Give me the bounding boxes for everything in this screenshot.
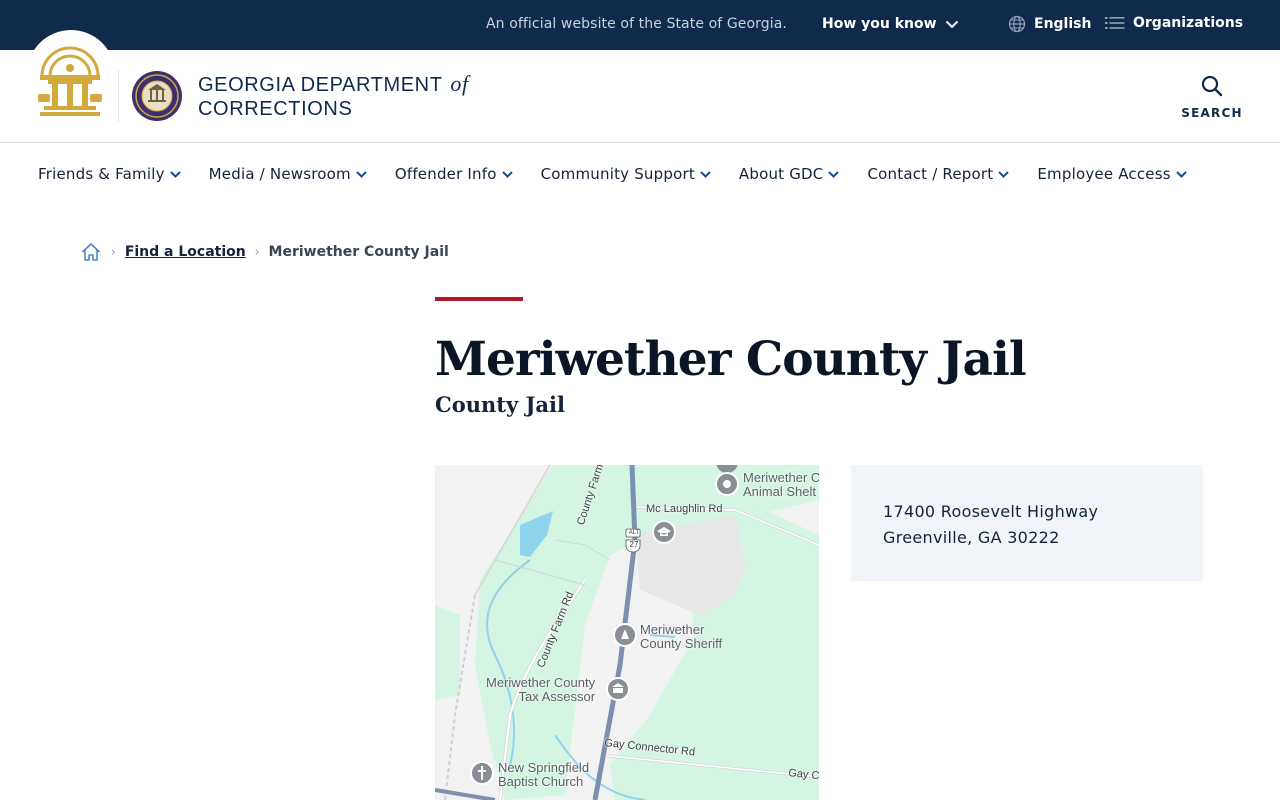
address-line2: Greenville, GA 30222	[883, 528, 1060, 547]
breadcrumb-separator: ›	[111, 245, 116, 259]
gdc-seal-logo[interactable]	[131, 70, 183, 122]
nav-item-label: About GDC	[738, 165, 824, 183]
site-title-line1: GEORGIA DEPARTMENT	[198, 74, 443, 96]
nav-item-label: Offender Info	[394, 165, 497, 183]
map-label-text: Meriwether County Sheriff	[640, 622, 723, 651]
search-icon	[1201, 75, 1223, 97]
site-header: GEORGIA DEPARTMENT of CORRECTIONS SEARCH	[0, 30, 1280, 143]
chevron-down-icon	[945, 20, 958, 28]
breadcrumb-current: Meriwether County Jail	[268, 244, 449, 260]
map-label-tax-assessor[interactable]: Meriwether County Tax Assessor	[486, 676, 595, 704]
chevron-down-icon	[356, 170, 367, 178]
search-button[interactable]: SEARCH	[1178, 74, 1246, 120]
organizations-label: Organizations	[1133, 15, 1244, 31]
official-banner: An official website of the State of Geor…	[0, 0, 1280, 50]
map-label-text: Meriwether County Tax Assessor	[486, 675, 596, 704]
chevron-down-icon	[501, 170, 513, 178]
chevron-down-icon	[700, 170, 711, 178]
page-title: Meriwether County Jail	[435, 332, 1027, 387]
map-label-text: Meriwether C Animal Shelt	[743, 470, 819, 499]
address-line1: 17400 Roosevelt Highway	[883, 502, 1099, 521]
language-label: English	[1034, 16, 1092, 32]
map-label-animal-shelter[interactable]: Meriwether C Animal Shelt	[743, 471, 819, 499]
nav-item-media-newsroom[interactable]: Media / Newsroom	[209, 165, 367, 183]
location-map[interactable]: Meriwether C Animal Shelt Meriwether Cou…	[435, 465, 819, 800]
how-you-know-label: How you know	[822, 16, 937, 32]
nav-item-friends-family[interactable]: Friends & Family	[38, 165, 181, 183]
address-card: 17400 Roosevelt Highway Greenville, GA 3…	[851, 465, 1203, 581]
nav-item-label: Community Support	[540, 165, 695, 183]
home-icon[interactable]	[80, 241, 102, 263]
map-label-church[interactable]: New Springfield Baptist Church	[498, 761, 589, 789]
nav-item-offender-info[interactable]: Offender Info	[395, 165, 513, 183]
nav-item-label: Friends & Family	[38, 165, 165, 183]
breadcrumb: › Find a Location › Meriwether County Ja…	[80, 241, 449, 263]
search-label: SEARCH	[1181, 106, 1243, 120]
site-title-line2: CORRECTIONS	[198, 98, 353, 120]
map-label-text: New Springfield Baptist Church	[498, 760, 590, 789]
title-accent-bar	[435, 297, 523, 301]
official-site-text: An official website of the State of Geor…	[486, 16, 787, 32]
nav-item-contact-report[interactable]: Contact / Report	[867, 165, 1010, 183]
language-selector[interactable]: English	[1008, 15, 1091, 33]
georgia-state-seal-logo[interactable]	[36, 42, 104, 118]
nav-item-label: Media / Newsroom	[208, 165, 351, 183]
list-icon	[1105, 17, 1125, 29]
nav-item-employee-access[interactable]: Employee Access	[1037, 165, 1187, 183]
logo-divider	[118, 70, 119, 122]
main-navigation: Friends & Family Media / Newsroom Offend…	[0, 143, 1280, 205]
page-subtitle: County Jail	[435, 392, 565, 417]
nav-item-label: Contact / Report	[867, 165, 994, 183]
road-label-mclaughlin: Mc Laughlin Rd	[646, 503, 723, 515]
pin-animal-shelter	[715, 465, 739, 496]
chevron-down-icon	[169, 170, 181, 178]
how-you-know-button[interactable]: How you know	[822, 16, 959, 32]
globe-icon	[1008, 15, 1026, 33]
nav-item-label: Employee Access	[1037, 165, 1171, 183]
breadcrumb-separator: ›	[254, 245, 260, 259]
nav-item-community-support[interactable]: Community Support	[541, 165, 711, 183]
chevron-down-icon	[1176, 170, 1187, 178]
chevron-down-icon	[998, 170, 1010, 178]
route-shield-27: 27	[629, 540, 639, 549]
map-label-sheriff[interactable]: Meriwether County Sheriff	[640, 623, 722, 651]
breadcrumb-find-a-location-link[interactable]: Find a Location	[125, 244, 246, 260]
site-title[interactable]: GEORGIA DEPARTMENT of CORRECTIONS	[198, 72, 469, 121]
chevron-down-icon	[828, 170, 840, 178]
route-shield-alt: ALT	[628, 530, 640, 536]
site-title-of: of	[450, 71, 469, 96]
nav-item-about-gdc[interactable]: About GDC	[739, 165, 840, 183]
organizations-button[interactable]: Organizations	[1105, 15, 1243, 31]
